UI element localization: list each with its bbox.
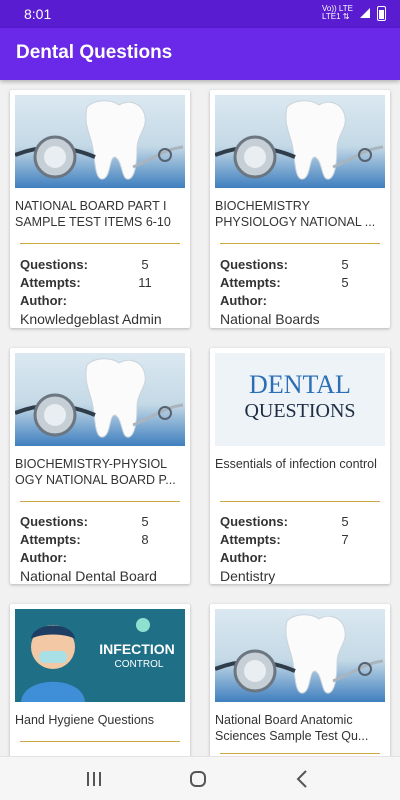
author-label: Author: [220,550,267,565]
questions-count: 5 [141,514,149,529]
signal-icon [360,8,370,18]
divider [20,741,180,742]
back-button[interactable] [282,765,322,793]
recents-button[interactable] [74,765,114,793]
quiz-card[interactable]: BIOCHEMISTRY-PHYSIOL OGY NATIONAL BOARD … [10,348,190,584]
network-bottom-text: LTE1 ⇅ [322,12,350,21]
author-label: Author: [20,550,67,565]
attempts-count: 7 [341,532,349,547]
questions-label: Questions: [20,257,88,272]
quiz-image-tooth-stethoscope [215,609,385,702]
app-bar: Dental Questions [0,28,400,80]
status-bar: 8:01 Vo)) LTE LTE1 ⇅ [0,0,400,28]
divider [220,243,380,244]
quiz-card[interactable]: INFECTION CONTROL Hand Hygiene Questions [10,604,190,756]
home-icon [190,771,206,787]
quiz-card[interactable]: National Board Anatomic Sciences Sample … [210,604,390,756]
quiz-image-tooth-stethoscope [15,95,185,188]
attempts-count: 5 [341,275,349,290]
page-title: Dental Questions [16,42,173,63]
status-time: 8:01 [24,6,52,22]
questions-count: 5 [341,257,349,272]
questions-label: Questions: [220,257,288,272]
quiz-title: Essentials of infection control [215,457,377,471]
attempts-label: Attempts: [220,275,281,290]
logo-line-2: QUESTIONS [244,400,355,422]
quiz-image-infection-control: INFECTION CONTROL [15,609,185,702]
quiz-card[interactable]: BIOCHEMISTRY PHYSIOLOGY NATIONAL ... Que… [210,90,390,328]
questions-label: Questions: [20,514,88,529]
back-icon [296,770,307,788]
author-name: Dentistry [220,568,276,584]
network-indicator: Vo)) LTE LTE1 ⇅ [322,5,353,21]
quiz-image-tooth-stethoscope [15,353,185,446]
attempts-label: Attempts: [20,532,81,547]
quiz-title: BIOCHEMISTRY-PHYSIOL OGY NATIONAL BOARD … [15,457,176,487]
home-button[interactable] [178,765,218,793]
status-icons: Vo)) LTE LTE1 ⇅ [322,5,386,21]
attempts-count: 8 [141,532,149,547]
questions-count: 5 [341,514,349,529]
banner-line-1: INFECTION [99,641,174,657]
questions-count: 5 [141,257,149,272]
questions-label: Questions: [220,514,288,529]
system-nav-bar [0,756,400,800]
attempts-label: Attempts: [20,275,81,290]
author-label: Author: [20,293,67,308]
quiz-grid[interactable]: NATIONAL BOARD PART I SAMPLE TEST ITEMS … [0,80,400,756]
attempts-label: Attempts: [220,532,281,547]
banner-line-2: CONTROL [115,659,164,670]
divider [20,501,180,502]
divider [20,243,180,244]
quiz-title: NATIONAL BOARD PART I SAMPLE TEST ITEMS … [15,199,171,229]
quiz-title: Hand Hygiene Questions [15,713,154,727]
quiz-title: National Board Anatomic Sciences Sample … [215,713,369,743]
author-label: Author: [220,293,267,308]
quiz-image-tooth-stethoscope [215,95,385,188]
recents-icon [87,772,101,786]
battery-icon [377,5,386,21]
quiz-title: BIOCHEMISTRY PHYSIOLOGY NATIONAL ... [215,199,376,229]
author-name: National Dental Board [20,568,157,584]
attempts-count: 11 [138,275,152,290]
author-name: National Boards [220,311,320,327]
author-name: Knowledgeblast Admin [20,311,162,327]
quiz-image-dental-questions-logo: DENTAL QUESTIONS [215,353,385,446]
divider [220,753,380,754]
quiz-card[interactable]: NATIONAL BOARD PART I SAMPLE TEST ITEMS … [10,90,190,328]
divider [220,501,380,502]
logo-line-1: DENTAL [249,370,351,399]
quiz-card[interactable]: DENTAL QUESTIONS Essentials of infection… [210,348,390,584]
